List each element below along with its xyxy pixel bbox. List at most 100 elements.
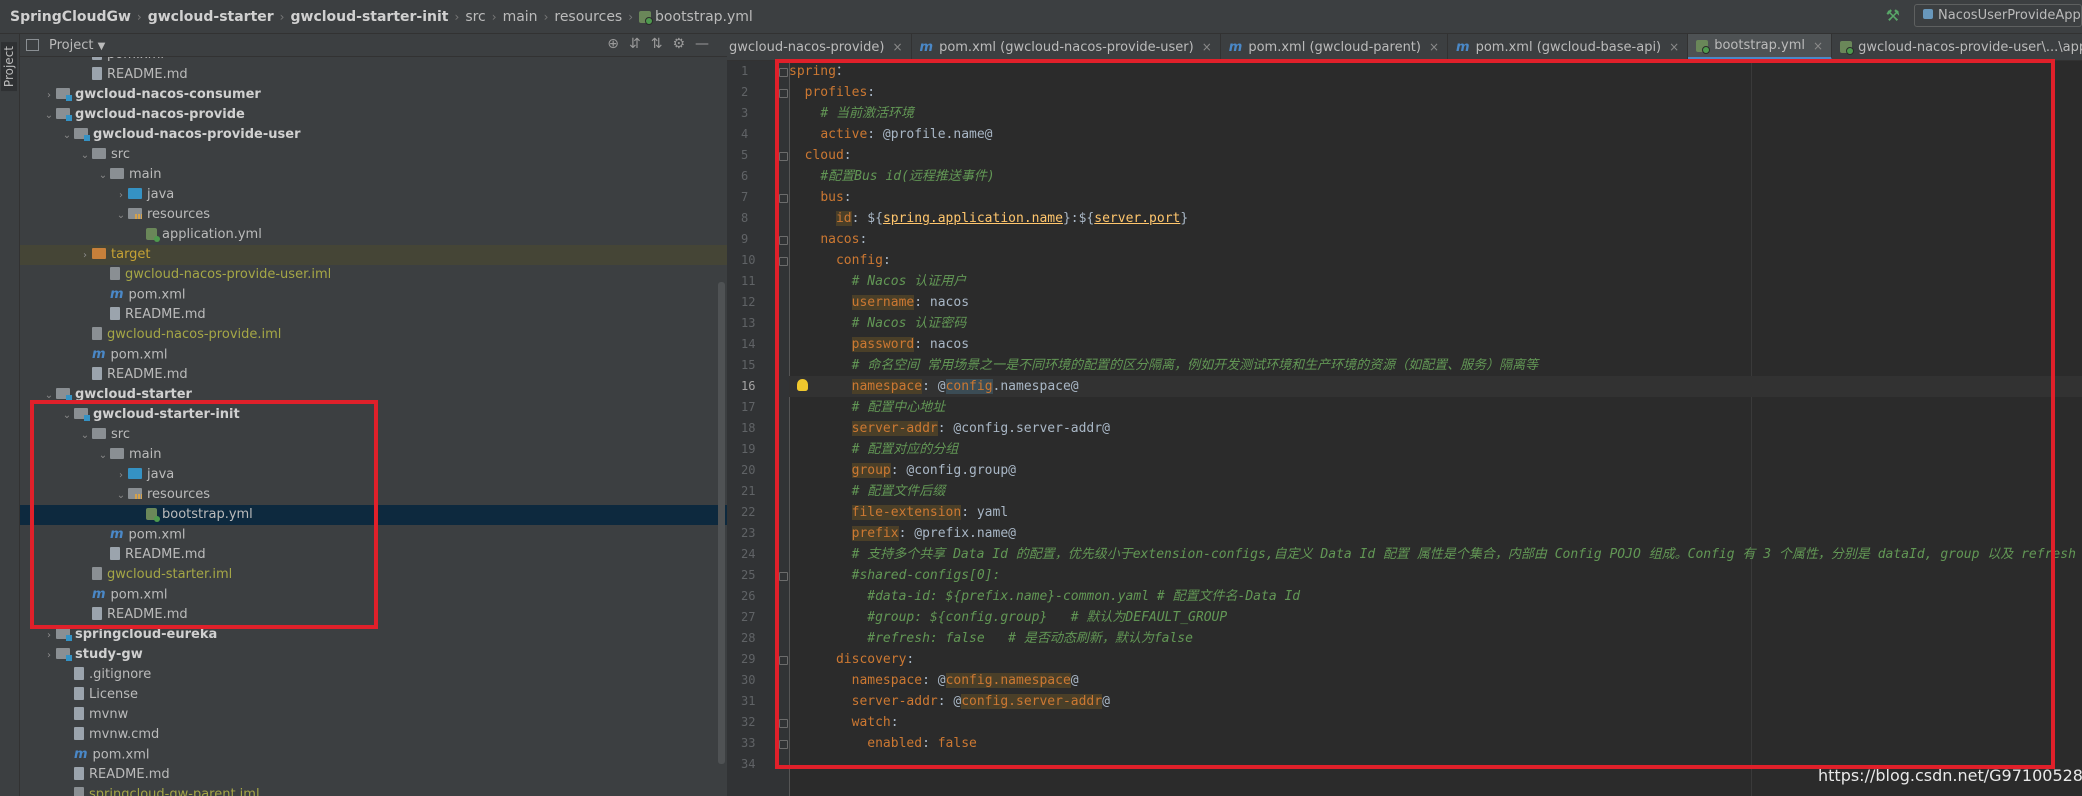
editor-tab[interactable]: gwcloud-nacos-provide-user\...\applicati… — [1832, 34, 2082, 60]
tree-item[interactable]: ⌄ gwcloud-nacos-provide-user — [20, 125, 727, 145]
breadcrumb-item[interactable]: SpringCloudGw — [6, 9, 135, 25]
line-number-text: 27 — [741, 610, 756, 624]
breadcrumb-item[interactable]: bootstrap.yml — [635, 9, 757, 25]
tree-item-label: README.md — [107, 67, 188, 82]
tree-item-label: main — [129, 167, 162, 182]
target-folder-icon — [92, 248, 106, 259]
tree-item-label: study-gw — [75, 647, 143, 662]
tree-item-label: mvnw — [89, 707, 129, 722]
close-icon[interactable]: × — [1429, 40, 1439, 54]
toolbar-right: ⚒ NacosUserProvideApplication — [1886, 4, 2082, 27]
project-tool-button[interactable]: Project — [1, 42, 17, 92]
line-number-text: 34 — [741, 757, 756, 771]
breadcrumb-separator: › — [136, 9, 142, 24]
breadcrumb-item[interactable]: main — [499, 9, 542, 25]
maven-icon: m — [1228, 39, 1243, 55]
tree-item[interactable]: README.md — [20, 365, 727, 385]
chevron-icon[interactable]: › — [42, 626, 56, 646]
tree-item[interactable]: springcloud-gw-parent.iml — [20, 785, 727, 796]
tree-item[interactable]: › target — [20, 245, 727, 265]
tree-item[interactable]: README.md — [20, 765, 727, 785]
project-tree-scrollbar[interactable] — [718, 282, 725, 764]
editor-tab[interactable]: m pom.xml (gwcloud-nacos-provide-user) × — [912, 34, 1221, 60]
close-icon[interactable]: × — [1813, 39, 1823, 53]
module-folder-icon — [56, 88, 72, 101]
chevron-icon[interactable]: ⌄ — [60, 126, 74, 146]
tree-item[interactable]: mvnw.cmd — [20, 725, 727, 745]
yaml-file-icon — [146, 227, 160, 242]
tree-item[interactable]: pom.xml — [20, 57, 727, 65]
tree-item[interactable]: ⌄ gwcloud-nacos-provide — [20, 105, 727, 125]
tree-item[interactable]: README.md — [20, 65, 727, 85]
close-icon[interactable]: × — [892, 40, 902, 54]
tree-item[interactable]: application.yml — [20, 225, 727, 245]
module-folder-icon — [56, 648, 72, 661]
yaml-file-icon — [1840, 41, 1855, 55]
yaml-file-icon — [1696, 39, 1711, 54]
expand-icon[interactable]: ⇵ — [629, 36, 651, 52]
tree-item[interactable]: gwcloud-nacos-provide-user.iml — [20, 265, 727, 285]
tree-item[interactable]: ⌄ main — [20, 165, 727, 185]
editor-tab-label: bootstrap.yml — [1714, 38, 1805, 53]
editor-tab[interactable]: m pom.xml (gwcloud-parent) × — [1221, 34, 1449, 60]
editor-tab-label: gwcloud-nacos-provide-user\...\applicati… — [1858, 39, 2082, 55]
line-number-text: 10 — [741, 253, 756, 267]
breadcrumb-item[interactable]: src — [461, 9, 489, 25]
tree-item[interactable]: › gwcloud-nacos-consumer — [20, 85, 727, 105]
gear-icon[interactable]: ⚙ — [672, 36, 695, 52]
file-icon — [74, 667, 84, 680]
chevron-icon[interactable]: › — [42, 86, 56, 106]
breadcrumb-item[interactable]: gwcloud-starter — [144, 9, 278, 25]
line-number-text: 24 — [741, 547, 756, 561]
breadcrumb-item[interactable]: resources — [550, 9, 626, 25]
line-number-text: 5 — [741, 148, 749, 162]
build-hammer-icon[interactable]: ⚒ — [1886, 6, 1900, 25]
line-number-text: 25 — [741, 568, 756, 582]
tree-item-label: README.md — [107, 367, 188, 382]
close-icon[interactable]: × — [1669, 40, 1679, 54]
tree-item[interactable]: m pom.xml — [20, 345, 727, 365]
tree-item[interactable]: ⌄ resources — [20, 205, 727, 225]
chevron-icon[interactable]: ⌄ — [78, 146, 92, 166]
iml-file-icon — [110, 267, 120, 280]
tree-item[interactable]: › java — [20, 185, 727, 205]
editor-tab-label: pom.xml (gwcloud-nacos-provide-user) — [939, 39, 1194, 55]
line-number-text: 32 — [741, 715, 756, 729]
collapse-icon[interactable]: ⇅ — [651, 36, 673, 52]
editor-tab[interactable]: gwcloud-nacos-provide) × — [727, 34, 912, 60]
minus-icon[interactable]: — — [695, 36, 719, 52]
chevron-icon[interactable]: ⌄ — [42, 106, 56, 126]
tree-item[interactable]: m pom.xml — [20, 285, 727, 305]
tree-item-label: README.md — [125, 307, 206, 322]
chevron-icon[interactable]: ⌄ — [96, 166, 110, 186]
breadcrumb-item[interactable]: gwcloud-starter-init — [286, 9, 452, 25]
tree-item[interactable]: m pom.xml — [20, 745, 727, 765]
chevron-icon[interactable]: › — [114, 186, 128, 206]
close-icon[interactable]: × — [1202, 40, 1212, 54]
tree-item[interactable]: gwcloud-nacos-provide.iml — [20, 325, 727, 345]
resources-folder-icon — [128, 208, 142, 219]
target-icon[interactable]: ⊕ — [607, 36, 629, 52]
run-configuration-select[interactable]: NacosUserProvideApplication — [1914, 4, 2082, 27]
tree-item-label: README.md — [89, 767, 170, 782]
chevron-icon[interactable]: ⌄ — [114, 206, 128, 226]
tree-item[interactable]: README.md — [20, 305, 727, 325]
project-panel-title[interactable]: Project ▼ — [49, 38, 105, 53]
editor-tab[interactable]: bootstrap.yml × — [1688, 34, 1833, 60]
annotation-box-project-tree — [30, 400, 378, 629]
watermark: https://blog.csdn.net/G971005287W — [1818, 766, 2082, 785]
file-icon — [110, 307, 120, 320]
tree-item[interactable]: › study-gw — [20, 645, 727, 665]
editor-tab[interactable]: m pom.xml (gwcloud-base-api) × — [1448, 34, 1689, 60]
tree-item-label: target — [111, 247, 151, 262]
run-config-label: NacosUserProvideApplication — [1938, 8, 2082, 23]
line-number-text: 12 — [741, 295, 756, 309]
module-folder-icon — [56, 108, 72, 121]
tree-item[interactable]: License — [20, 685, 727, 705]
tree-item[interactable]: .gitignore — [20, 665, 727, 685]
tree-item[interactable]: mvnw — [20, 705, 727, 725]
chevron-icon[interactable]: › — [42, 646, 56, 666]
tree-item[interactable]: ⌄ src — [20, 145, 727, 165]
chevron-icon[interactable]: › — [78, 246, 92, 266]
breadcrumb-label: bootstrap.yml — [655, 8, 753, 25]
